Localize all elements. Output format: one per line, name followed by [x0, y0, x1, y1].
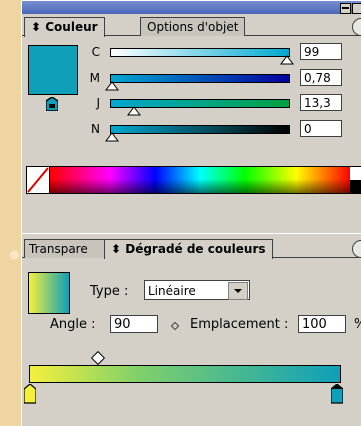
panel-menu-button[interactable]: [352, 18, 361, 36]
slider-n-track[interactable]: [110, 125, 290, 134]
gradient-end-stop[interactable]: [331, 384, 343, 404]
spectrum-ramp[interactable]: [50, 167, 350, 193]
slider-n-thumb[interactable]: [105, 132, 119, 142]
panel-menu-button[interactable]: [352, 240, 361, 258]
gradient-ramp-bar[interactable]: [29, 365, 341, 383]
minimize-button[interactable]: [340, 3, 351, 14]
gradient-preview-swatch[interactable]: [28, 272, 70, 314]
slider-m-label: M: [89, 71, 100, 85]
slider-m-track[interactable]: [110, 74, 290, 83]
tab-options-objet[interactable]: Options d'objet: [140, 17, 246, 36]
black-white-swatches[interactable]: [350, 167, 361, 193]
slider-m-value-field[interactable]: 0,78: [300, 69, 342, 86]
color-spectrum-bar[interactable]: [26, 166, 361, 194]
tab-couleur[interactable]: ⬍ Couleur: [24, 17, 105, 37]
gradient-panel: Transpare ⬍ Dégradé de couleurs Type : L…: [21, 233, 361, 426]
slider-c-track[interactable]: [110, 48, 290, 57]
slider-c-thumb[interactable]: [280, 55, 294, 65]
percent-label: %: [354, 317, 361, 332]
close-button[interactable]: [352, 3, 361, 14]
slider-j-label: J: [96, 96, 100, 110]
location-field[interactable]: 100: [298, 315, 346, 333]
location-label: Emplacement :: [190, 317, 289, 332]
degree-icon: [170, 321, 180, 331]
type-label: Type :: [90, 284, 129, 299]
color-panel: ⬍ Couleur Options d'objet C 99 M 0,78 J …: [21, 0, 361, 253]
gradient-midpoint-diamond[interactable]: [90, 350, 106, 366]
angle-label: Angle :: [50, 317, 96, 332]
tab-degrade[interactable]: ⬍ Dégradé de couleurs: [104, 239, 273, 259]
slider-n-label: N: [91, 122, 100, 136]
out-of-gamut-warning-icon[interactable]: [46, 97, 58, 111]
panel-titlebar[interactable]: [22, 1, 361, 14]
gradient-start-stop[interactable]: [24, 384, 36, 404]
slider-m-thumb[interactable]: [105, 81, 119, 91]
gradient-type-value: Linéaire: [148, 284, 196, 298]
slider-j-value-field[interactable]: 13,3: [300, 94, 342, 111]
slider-c-value-field[interactable]: 99: [300, 43, 342, 60]
tab-options-label: Options d'objet: [147, 20, 239, 34]
slider-n-value-field[interactable]: 0: [300, 120, 342, 137]
slider-c-label: C: [91, 45, 100, 59]
gradient-type-select[interactable]: Linéaire: [144, 280, 250, 300]
tab-degrade-label: ⬍ Dégradé de couleurs: [111, 242, 266, 256]
none-color-icon[interactable]: [27, 167, 50, 193]
fill-color-swatch[interactable]: [28, 45, 78, 95]
tab-transparence-label: Transpare: [29, 242, 88, 256]
angle-field[interactable]: 90: [110, 315, 158, 333]
slider-j-thumb[interactable]: [127, 106, 141, 116]
color-tab-row: ⬍ Couleur Options d'objet: [22, 14, 361, 37]
tab-transparence[interactable]: Transpare: [24, 239, 106, 258]
chevron-down-icon[interactable]: [228, 282, 248, 300]
tab-couleur-label: ⬍ Couleur: [31, 20, 98, 34]
gradient-tab-row: Transpare ⬍ Dégradé de couleurs: [22, 236, 361, 259]
